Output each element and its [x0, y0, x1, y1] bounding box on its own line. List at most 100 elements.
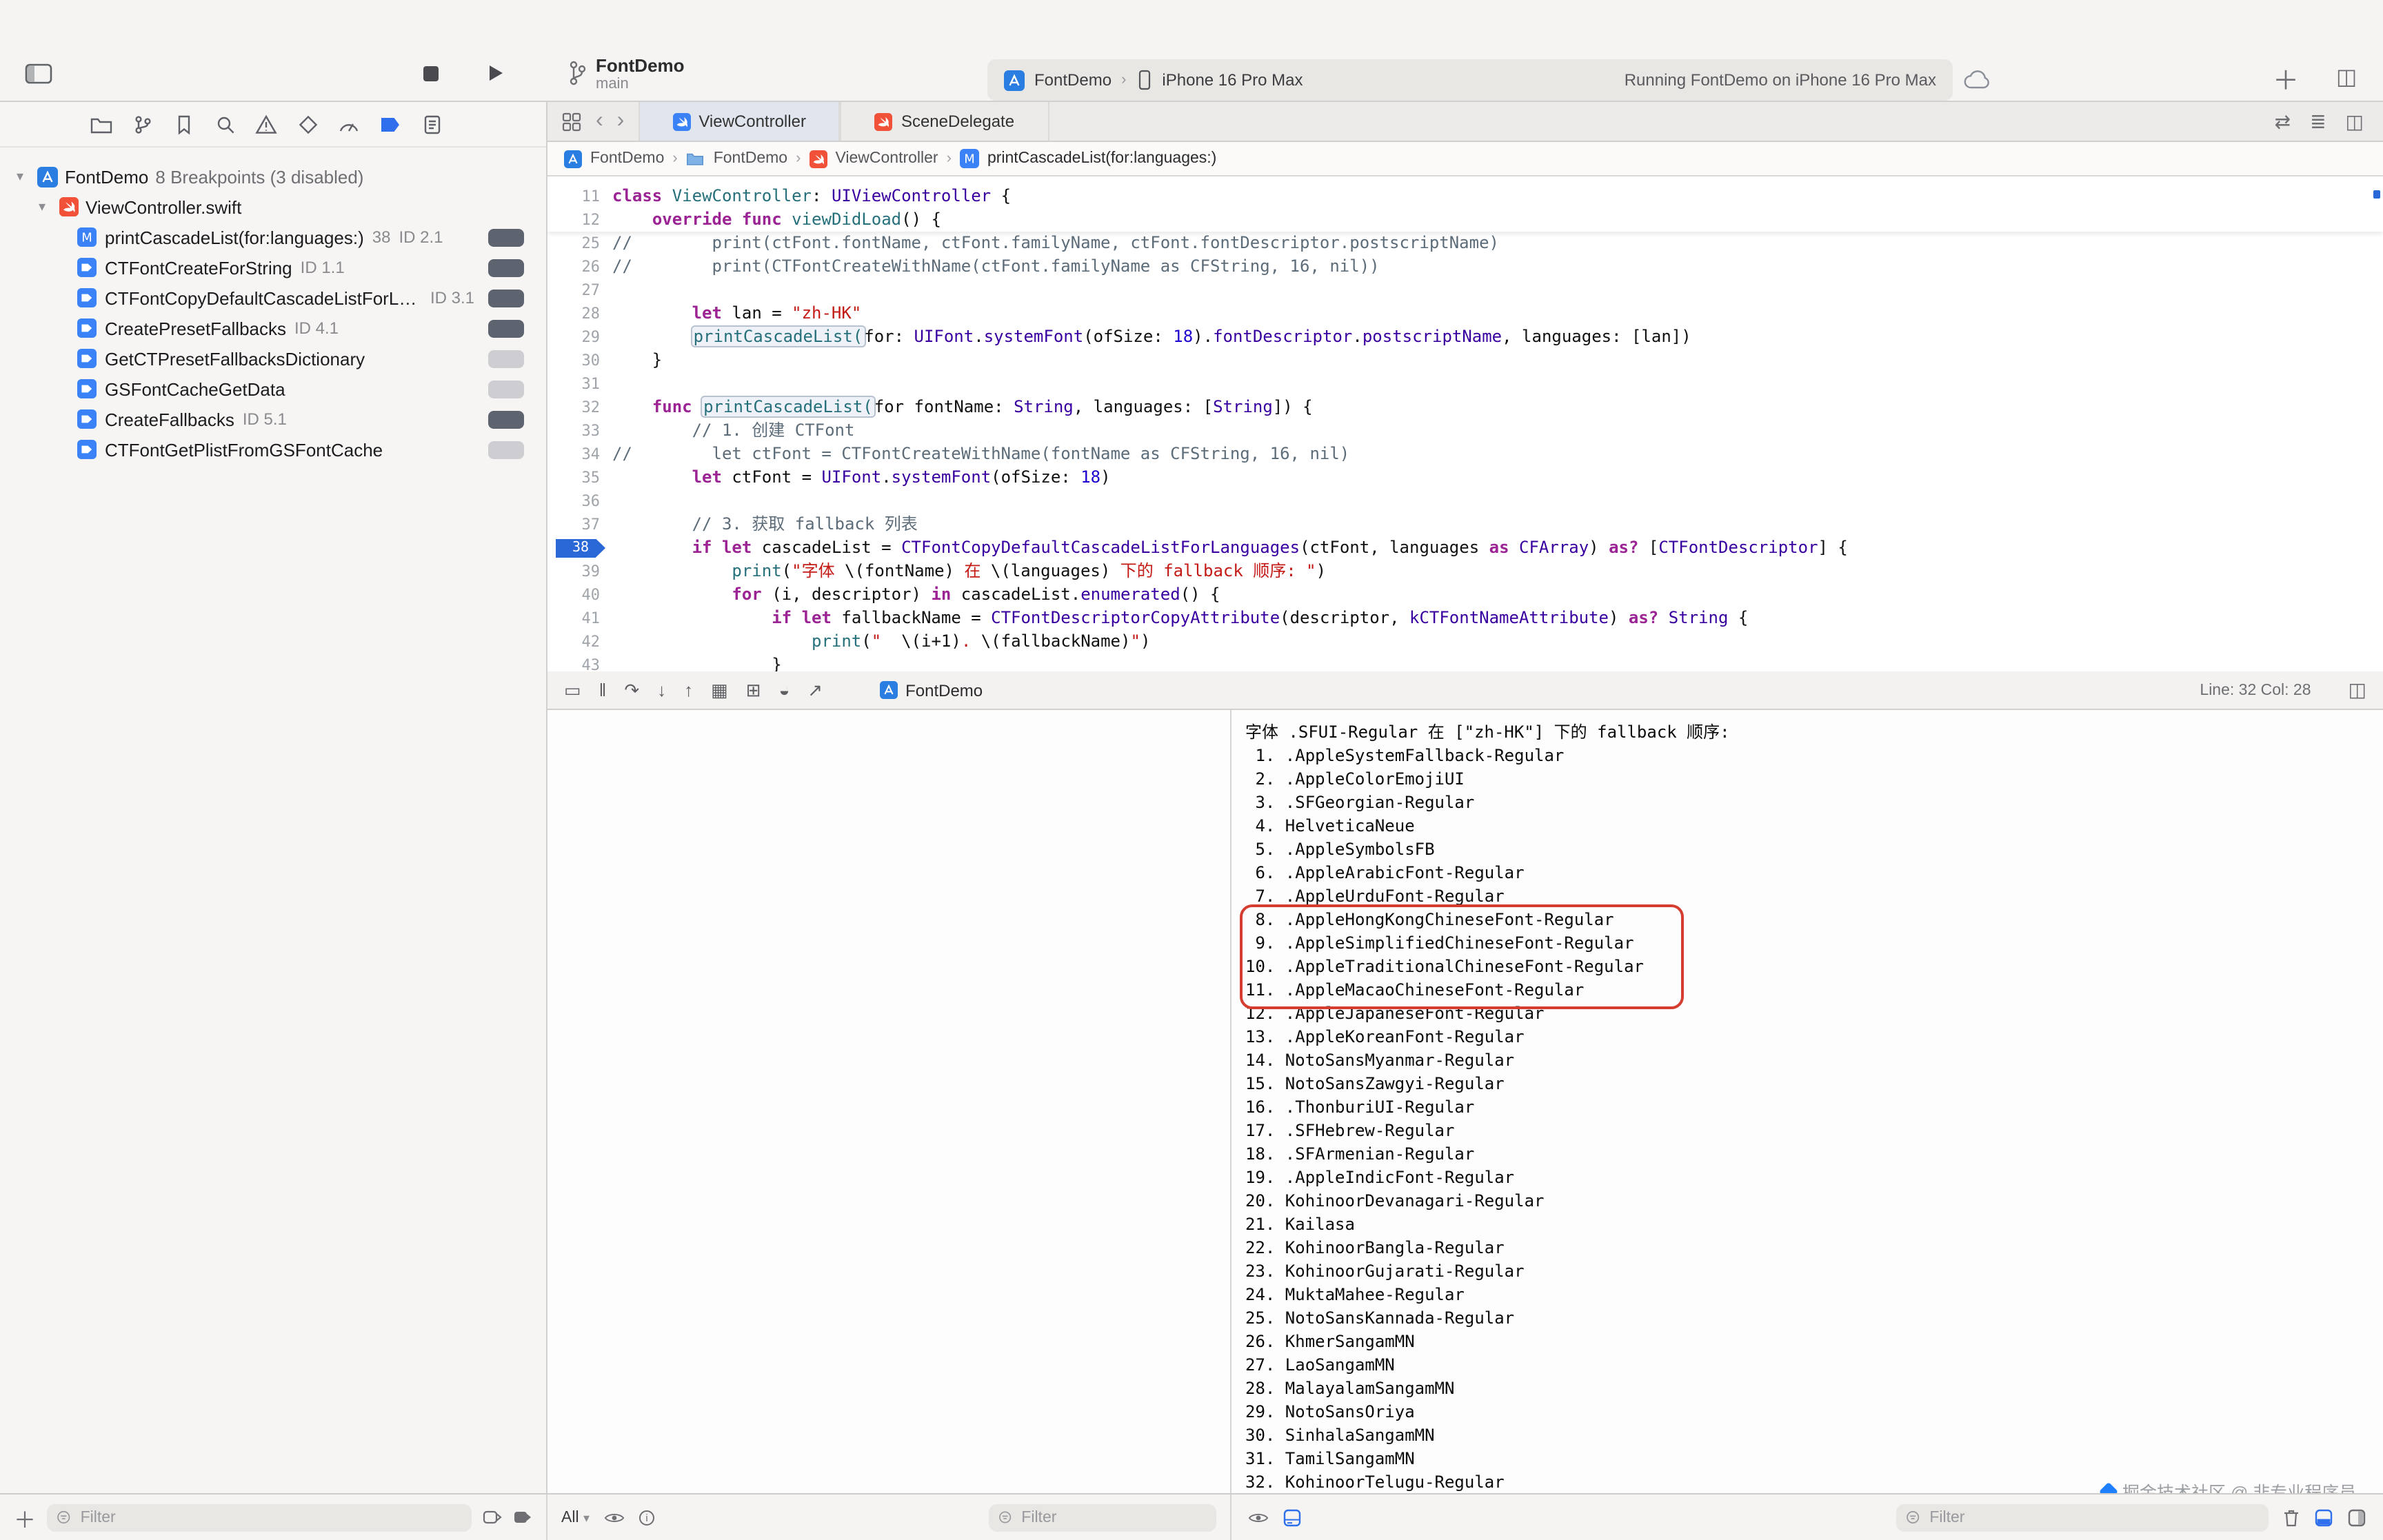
editor-grid-icon[interactable]	[561, 111, 582, 132]
find-navigator-tab[interactable]	[212, 112, 237, 136]
hide-debug-area-icon[interactable]: ▭	[564, 681, 581, 699]
source-editor[interactable]: 11class ViewController: UIViewController…	[547, 176, 2383, 671]
variables-filter[interactable]	[989, 1503, 1216, 1531]
breakpoint-toggle[interactable]	[488, 380, 524, 398]
console-pane-icon[interactable]	[1283, 1508, 1302, 1527]
run-button[interactable]	[485, 63, 505, 83]
breakpoint-toggle[interactable]	[488, 289, 524, 307]
console-filter-input[interactable]	[1927, 1508, 2259, 1527]
code-line[interactable]: 26// print(CTFontCreateWithName(ctFont.f…	[547, 255, 2383, 278]
breakpoint-row[interactable]: CTFontCopyDefaultCascadeListForLa…ID 3.1	[0, 283, 546, 313]
breakpoint-toggle[interactable]	[488, 228, 524, 246]
variables-view[interactable]	[547, 710, 1231, 1493]
navigator-filter-input[interactable]	[78, 1508, 462, 1527]
code-line[interactable]: 39 print("字体 \(fontName) 在 \(languages) …	[547, 560, 2383, 583]
navigator-filter[interactable]	[47, 1503, 472, 1531]
editor-tab-scenedelegate[interactable]: SceneDelegate	[841, 102, 1049, 141]
reports-navigator-tab[interactable]	[419, 112, 444, 136]
code-review-icon[interactable]: ⇄	[2275, 110, 2291, 133]
code-line[interactable]: 42 print(" \(i+1). \(fallbackName)")	[547, 630, 2383, 654]
stop-button[interactable]	[422, 65, 440, 83]
breadcrumb-item[interactable]: ViewController	[835, 150, 938, 167]
add-editor-icon[interactable]: ◫	[2346, 110, 2364, 133]
variables-scope-selector[interactable]: All ▾	[561, 1509, 590, 1526]
breadcrumb-item[interactable]: FontDemo	[714, 150, 787, 167]
code-line[interactable]: 12 override func viewDidLoad() {	[547, 208, 2383, 232]
forward-icon[interactable]: ›	[617, 110, 625, 132]
debug-navigator-tab[interactable]	[336, 112, 361, 136]
info-icon[interactable]: i	[638, 1509, 654, 1526]
tests-navigator-tab[interactable]	[295, 112, 320, 136]
quicklook-eye-icon[interactable]	[1248, 1510, 1269, 1524]
toggle-navigator-icon[interactable]	[25, 63, 52, 84]
scheme-selector[interactable]: FontDemo main	[568, 55, 685, 94]
code-line[interactable]: 28 let lan = "zh-HK"	[547, 302, 2383, 325]
toggle-inspector-pane-icon[interactable]	[2347, 1508, 2366, 1527]
breadcrumb-item[interactable]: FontDemo	[590, 150, 664, 167]
breakpoint-toggle[interactable]	[488, 319, 524, 337]
breakpoints-navigator-tab[interactable]	[378, 112, 403, 136]
console-output[interactable]: 字体 .SFUI-Regular 在 ["zh-HK"] 下的 fallback…	[1231, 710, 2383, 1493]
issues-navigator-tab[interactable]	[254, 112, 279, 136]
code-line[interactable]: 32 func printCascadeList(for fontName: S…	[547, 396, 2383, 419]
activity-viewer[interactable]: FontDemo › iPhone 16 Pro Max Running Fon…	[987, 59, 1953, 101]
breakpoint-row[interactable]: CTFontCreateForStringID 1.1	[0, 252, 546, 283]
console-filter[interactable]	[1896, 1503, 2269, 1531]
code-line[interactable]: 40 for (i, descriptor) in cascadeList.en…	[547, 583, 2383, 607]
breakpoint-row[interactable]: CreatePresetFallbacksID 4.1	[0, 313, 546, 343]
step-over-icon[interactable]: ↷	[624, 681, 639, 699]
project-row[interactable]: ▾ FontDemo 8 Breakpoints (3 disabled)	[0, 161, 546, 192]
code-line[interactable]: 30 }	[547, 349, 2383, 372]
editor-panes-icon[interactable]: ◫	[2336, 63, 2357, 91]
code-line[interactable]: 11class ViewController: UIViewController…	[547, 185, 2383, 208]
process-chip[interactable]: FontDemo	[879, 680, 983, 700]
breakpoint-row[interactable]: GetCTPresetFallbacksDictionary	[0, 343, 546, 374]
quicklook-eye-icon[interactable]	[603, 1510, 624, 1524]
show-enabled-breakpoints-icon[interactable]	[483, 1510, 502, 1525]
clear-console-trash-icon[interactable]	[2282, 1508, 2300, 1527]
cloud-status-icon[interactable]	[1964, 70, 1993, 90]
back-icon[interactable]: ‹	[596, 110, 603, 132]
breakpoint-row[interactable]: GSFontCacheGetData	[0, 374, 546, 404]
code-line[interactable]: 35 let ctFont = UIFont.systemFont(ofSize…	[547, 466, 2383, 489]
code-line[interactable]: 34// let ctFont = CTFontCreateWithName(f…	[547, 443, 2383, 466]
breakpoint-row[interactable]: CTFontGetPlistFromGSFontCache	[0, 434, 546, 465]
show-modified-breakpoints-icon[interactable]	[513, 1510, 532, 1525]
code-line[interactable]: 37 // 3. 获取 fallback 列表	[547, 513, 2383, 536]
debug-area-panel-icon[interactable]: ◫	[2349, 678, 2366, 702]
disclosure-chevron-icon[interactable]: ▾	[17, 169, 30, 184]
code-line[interactable]: 38 if let cascadeList = CTFontCopyDefaul…	[547, 536, 2383, 560]
simulate-location-icon[interactable]: ↗	[807, 681, 823, 699]
variables-filter-input[interactable]	[1018, 1508, 1207, 1527]
debug-view-hierarchy-icon[interactable]: ▦	[711, 681, 728, 699]
pause-execution-icon[interactable]: ‖	[599, 681, 607, 699]
code-line[interactable]: 31	[547, 372, 2383, 396]
project-navigator-tab[interactable]	[88, 112, 113, 136]
code-line[interactable]: 25// print(ctFont.fontName, ctFont.famil…	[547, 232, 2383, 255]
editor-list-icon[interactable]: ≣	[2310, 110, 2326, 133]
library-add-icon[interactable]: ＋	[2273, 61, 2299, 98]
code-line[interactable]: 41 if let fallbackName = CTFontDescripto…	[547, 607, 2383, 630]
breakpoint-toggle[interactable]	[488, 410, 524, 428]
breakpoint-toggle[interactable]	[488, 440, 524, 458]
disclosure-chevron-icon[interactable]: ▾	[39, 199, 52, 214]
source-control-navigator-tab[interactable]	[130, 112, 154, 136]
breakpoint-toggle[interactable]	[488, 259, 524, 276]
file-row[interactable]: ▾ ViewController.swift	[0, 192, 546, 222]
code-line[interactable]: 43 }	[547, 654, 2383, 671]
breakpoint-toggle[interactable]	[488, 349, 524, 367]
code-line[interactable]: 36	[547, 489, 2383, 513]
breadcrumb-item[interactable]: printCascadeList(for:languages:)	[987, 150, 1216, 167]
bookmarks-navigator-tab[interactable]	[171, 112, 196, 136]
editor-tab-viewcontroller[interactable]: ViewController	[638, 102, 841, 141]
line-breakpoint-marker[interactable]: 38	[556, 538, 605, 558]
code-line[interactable]: 29 printCascadeList(for: UIFont.systemFo…	[547, 325, 2383, 349]
breakpoint-row[interactable]: MprintCascadeList(for:languages:)38ID 2.…	[0, 222, 546, 252]
toggle-variables-pane-icon[interactable]	[2314, 1508, 2333, 1527]
environment-overrides-icon[interactable]: ◒	[779, 681, 790, 699]
step-into-icon[interactable]: ↓	[657, 681, 666, 699]
code-line[interactable]: 33 // 1. 创建 CTFont	[547, 419, 2383, 443]
breakpoint-row[interactable]: CreateFallbacksID 5.1	[0, 404, 546, 434]
debug-memory-graph-icon[interactable]: ⊞	[746, 681, 761, 699]
code-line[interactable]: 27	[547, 278, 2383, 302]
